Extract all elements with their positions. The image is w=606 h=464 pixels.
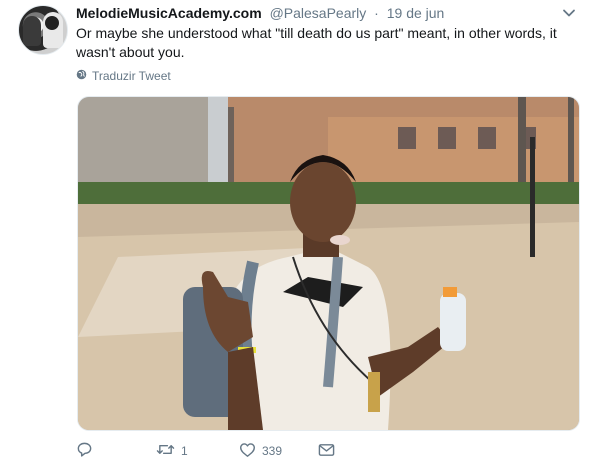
like-button[interactable]: 339 — [239, 441, 282, 461]
translate-label: Traduzir Tweet — [92, 69, 171, 83]
avatar-figure-left — [23, 16, 41, 46]
envelope-icon — [318, 443, 335, 460]
heart-icon — [239, 442, 256, 461]
retweet-button[interactable]: 1 — [156, 441, 188, 461]
tweet-card[interactable]: MelodieMusicAcademy.com @PalesaPearly · … — [0, 0, 606, 464]
tweet-text: Or maybe she understood what "till death… — [76, 25, 557, 60]
direct-message-button[interactable] — [318, 441, 335, 461]
retweet-count: 1 — [181, 444, 188, 458]
reply-button[interactable] — [76, 441, 99, 461]
translate-tweet-link[interactable]: Traduzir Tweet — [76, 69, 171, 83]
chevron-down-icon[interactable] — [562, 6, 576, 20]
tweet-date[interactable]: 19 de jun — [387, 5, 445, 21]
like-count: 339 — [262, 444, 283, 458]
separator-dot: · — [374, 5, 379, 21]
tweet-header: MelodieMusicAcademy.com @PalesaPearly · … — [76, 4, 444, 22]
display-name[interactable]: MelodieMusicAcademy.com — [76, 5, 262, 21]
action-bar: 1 339 — [76, 441, 376, 461]
avatar-figure-head — [45, 16, 59, 30]
avatar[interactable] — [18, 5, 68, 55]
globe-icon — [76, 69, 87, 83]
retweet-icon — [156, 441, 175, 461]
reply-icon — [76, 441, 93, 461]
tweet-photo[interactable] — [77, 96, 580, 431]
user-handle[interactable]: @PalesaPearly — [270, 5, 367, 21]
